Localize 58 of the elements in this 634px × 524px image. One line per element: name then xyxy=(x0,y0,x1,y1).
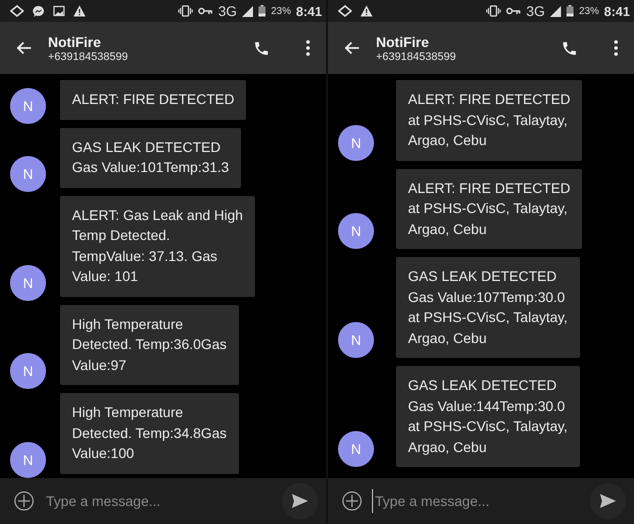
warning-icon xyxy=(360,5,373,17)
contact-avatar: N xyxy=(10,88,46,124)
clock-time: 8:41 xyxy=(604,4,630,18)
key-icon xyxy=(198,6,214,16)
contact-avatar: N xyxy=(338,213,374,249)
vibrate-icon xyxy=(178,5,194,17)
add-icon[interactable] xyxy=(14,491,34,511)
send-icon[interactable] xyxy=(292,494,308,508)
battery-icon xyxy=(566,5,574,17)
message-bubble: GAS LEAK DETECTED Gas Value:144Temp:30.0 at PSHS-CVisC, Talaytay, Argao, Cebu xyxy=(396,366,580,467)
signal-icon xyxy=(242,6,253,16)
battery-icon xyxy=(258,5,266,17)
contact-avatar: N xyxy=(10,442,46,478)
battery-percent: 23% xyxy=(578,6,599,16)
more-options-icon[interactable] xyxy=(614,40,618,56)
contact-name: NotiFire xyxy=(376,34,430,50)
contact-avatar: N xyxy=(338,322,374,358)
navigation-icon xyxy=(338,5,352,17)
contact-avatar: N xyxy=(10,353,46,389)
chat-bubble-icon xyxy=(32,4,45,18)
contact-avatar: N xyxy=(338,124,374,160)
more-options-icon[interactable] xyxy=(306,40,310,56)
key-icon xyxy=(506,6,522,16)
phone-icon[interactable] xyxy=(253,40,270,56)
phone-number: +639184538599 xyxy=(48,50,129,62)
message-bubble: High Temperature Detected. Temp:36.0Gas Value:97 xyxy=(60,304,239,385)
send-button[interactable] xyxy=(282,483,318,519)
clock-time: 8:41 xyxy=(296,4,322,18)
message-bubble: GAS LEAK DETECTED Gas Value:101Temp:31.3 xyxy=(60,128,241,188)
contact-avatar: N xyxy=(10,156,46,192)
network-type: 3G xyxy=(526,3,545,19)
add-icon[interactable] xyxy=(342,491,362,511)
navigation-icon xyxy=(10,5,24,17)
network-type: 3G xyxy=(218,3,237,19)
signal-icon xyxy=(550,6,561,16)
image-icon xyxy=(53,5,65,17)
message-bubble: High Temperature Detected. Temp:34.8Gas Value:100 xyxy=(60,393,239,474)
message-bubble: ALERT: FIRE DETECTED at PSHS-CVisC, Talaytay, Argao, Cebu xyxy=(396,80,582,160)
message-composer[interactable]: Type a message... xyxy=(0,478,326,524)
phone-number: +639184538599 xyxy=(376,50,457,62)
contact-avatar: N xyxy=(10,264,46,300)
message-bubble: GAS LEAK DETECTED Gas Value:107Temp:30.0 at PSHS-CVisC, Talaytay, Argao, Cebu xyxy=(396,257,580,358)
contact-name: NotiFire xyxy=(48,34,102,50)
send-icon[interactable] xyxy=(600,494,616,508)
warning-icon xyxy=(73,5,86,17)
message-composer[interactable]: Type a message... xyxy=(328,478,634,524)
message-bubble: ALERT: FIRE DETECTED at PSHS-CVisC, Talaytay, Argao, Cebu xyxy=(396,168,582,249)
message-input[interactable]: Type a message... xyxy=(44,489,272,513)
phone-icon[interactable] xyxy=(561,40,578,56)
contact-avatar: N xyxy=(338,431,374,467)
message-bubble: ALERT: Gas Leak and High Temp Detected. TempValue: 37.13. Gas Value: 101 xyxy=(60,196,255,296)
battery-percent: 23% xyxy=(270,6,291,16)
back-arrow-icon[interactable] xyxy=(16,41,32,55)
vibrate-icon xyxy=(486,5,502,17)
back-arrow-icon[interactable] xyxy=(344,41,360,55)
message-input[interactable]: Type a message... xyxy=(372,489,580,513)
send-button[interactable] xyxy=(590,483,626,519)
message-bubble: ALERT: FIRE DETECTED xyxy=(60,80,246,120)
